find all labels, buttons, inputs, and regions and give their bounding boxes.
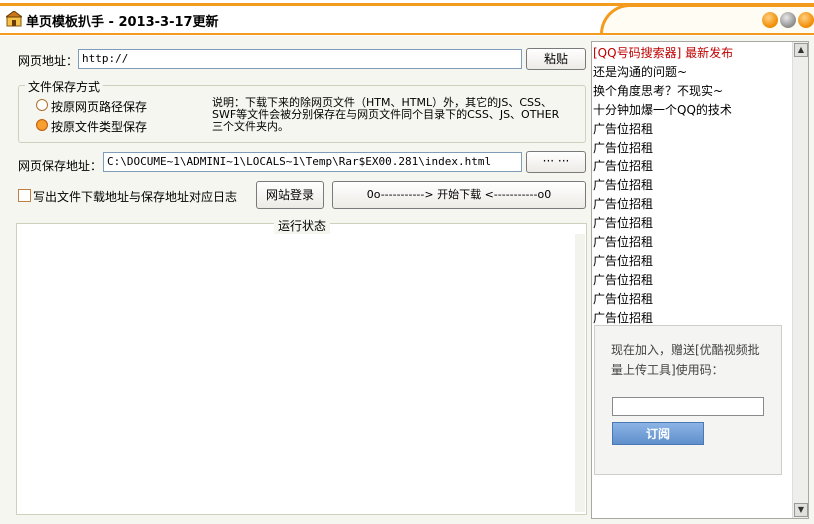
maximize-button[interactable]: [780, 12, 796, 28]
ad-headline-link[interactable]: [QQ号码搜索器] 最新发布: [593, 44, 733, 61]
save-path-input[interactable]: C:\DOCUME~1\ADMINI~1\LOCALS~1\Temp\Rar$E…: [103, 152, 522, 172]
ad-line[interactable]: 广告位招租: [593, 157, 653, 174]
ad-panel: [QQ号码搜索器] 最新发布 还是沟通的问题~ 换个角度思考？不现实~ 十分钟加爆一个…: [591, 41, 809, 519]
subscribe-text: 现在加入，赠送[优酷视频批量上传工具]使用码：: [611, 343, 760, 377]
ad-line[interactable]: 广告位招租: [593, 120, 653, 137]
log-checkbox-label[interactable]: 写出文件下载地址与保存地址对应日志: [33, 188, 237, 205]
ad-line[interactable]: 广告位招租: [593, 309, 653, 326]
scroll-up-icon[interactable]: ▲: [794, 43, 808, 57]
save-path-label: 网页保存地址：: [18, 159, 103, 173]
url-input[interactable]: http://: [78, 49, 522, 69]
ad-line[interactable]: 广告位招租: [593, 214, 653, 231]
title-bar-bottom-line: [0, 33, 814, 35]
window-title: 单页模板扒手 - 2013-3-17更新: [26, 15, 219, 30]
save-mode-group-title: 文件保存方式: [25, 78, 104, 95]
ad-line[interactable]: 广告位招租: [593, 252, 653, 269]
url-label: 网页地址：: [18, 54, 79, 68]
status-log-area[interactable]: [16, 223, 587, 515]
subscribe-box: 现在加入，赠送[优酷视频批量上传工具]使用码： 订阅: [594, 325, 782, 475]
app-icon: [6, 11, 22, 27]
ad-line[interactable]: 广告位招租: [593, 176, 653, 193]
save-mode-note: 说明：下载下来的除网页文件（HTM、HTML）外，其它的JS、CSS、SWF等文…: [212, 96, 560, 133]
site-login-button[interactable]: 网站登录: [256, 181, 324, 209]
radio-file-type[interactable]: [36, 119, 48, 131]
title-bar[interactable]: 单页模板扒手 - 2013-3-17更新: [0, 0, 814, 36]
ad-line[interactable]: 广告位招租: [593, 195, 653, 212]
scroll-down-icon[interactable]: ▼: [794, 503, 808, 517]
ad-panel-scrollbar[interactable]: ▲ ▼: [792, 42, 808, 518]
ad-line[interactable]: 十分钟加爆一个QQ的技术: [593, 101, 732, 118]
subscribe-email-input[interactable]: [612, 397, 764, 416]
start-download-button[interactable]: 0o-----------> 开始下载 <-----------o0: [332, 181, 586, 209]
paste-button[interactable]: 粘贴: [526, 48, 586, 70]
close-button[interactable]: [798, 12, 814, 28]
ad-line[interactable]: 广告位招租: [593, 271, 653, 288]
status-title: 运行状态: [274, 217, 331, 234]
ad-line[interactable]: 换个角度思考？不现实~: [593, 82, 723, 99]
radio-original-path-label[interactable]: 按原网页路径保存: [51, 98, 147, 115]
ad-line[interactable]: 广告位招租: [593, 139, 653, 156]
ad-line[interactable]: 广告位招租: [593, 233, 653, 250]
browse-button[interactable]: ··· ···: [526, 151, 586, 173]
ad-line[interactable]: 还是沟通的问题~: [593, 63, 687, 80]
radio-file-type-label[interactable]: 按原文件类型保存: [51, 118, 147, 135]
log-checkbox[interactable]: [18, 189, 31, 202]
radio-original-path[interactable]: [36, 99, 48, 111]
ad-line[interactable]: 广告位招租: [593, 290, 653, 307]
minimize-button[interactable]: [762, 12, 778, 28]
subscribe-button[interactable]: 订阅: [612, 422, 704, 445]
status-log-scrollbar[interactable]: [575, 234, 585, 512]
